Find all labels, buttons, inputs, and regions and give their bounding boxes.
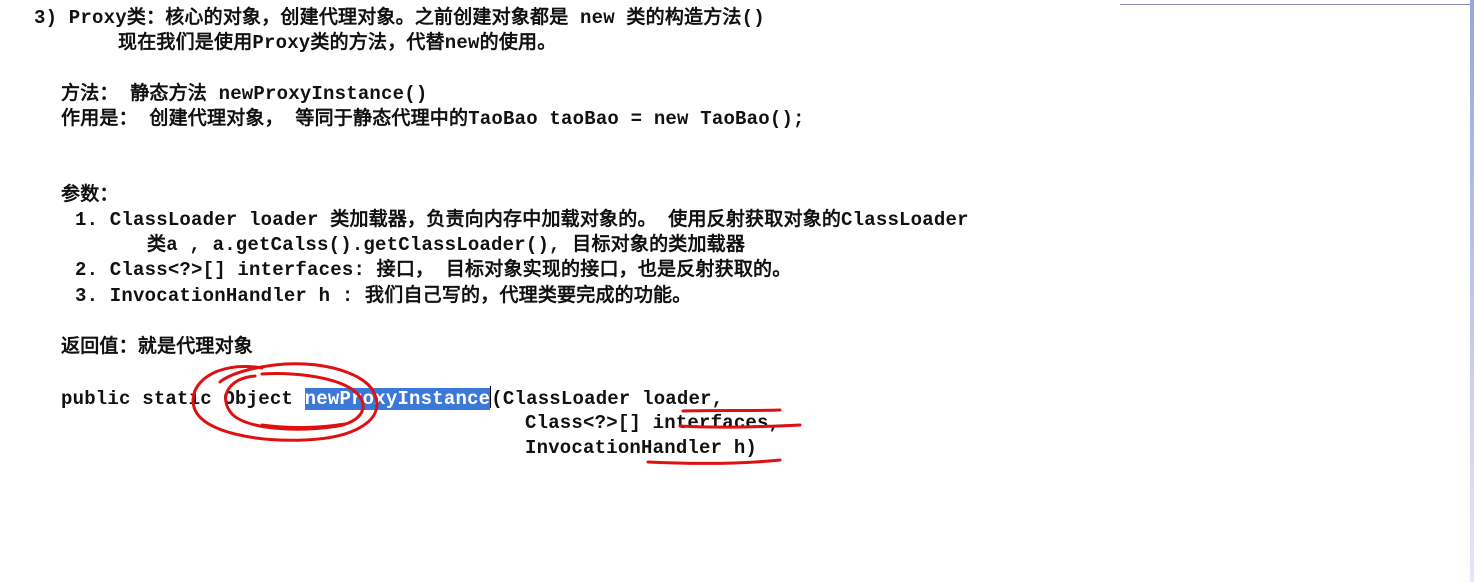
method-line: 方法： 静态方法 newProxyInstance() (61, 83, 428, 105)
top-rule (1120, 4, 1474, 5)
signature-prefix: public static Object (61, 388, 305, 410)
signature-line-1: public static Object newProxyInstance(Cl… (61, 386, 723, 411)
proxy-usage-note: 现在我们是使用Proxy类的方法，代替new的使用。 (118, 32, 557, 54)
params-heading: 参数： (61, 184, 119, 206)
return-value-line: 返回值：就是代理对象 (61, 336, 254, 358)
underline-object (260, 422, 347, 430)
proxy-class-heading: 3) Proxy类：核心的对象，创建代理对象。之前创建对象都是 new 类的构造… (34, 7, 765, 29)
param-interfaces: 2. Class<?>[] interfaces: 接口， 目标对象实现的接口，… (75, 259, 792, 281)
selected-method-name[interactable]: newProxyInstance (304, 388, 491, 410)
signature-line-3: InvocationHandler h) (525, 437, 758, 459)
param-classloader-detail: 类a , a.getCalss().getClassLoader(), 目标对象… (147, 234, 746, 256)
underline-handler (646, 458, 782, 465)
window-edge (1470, 0, 1474, 582)
document-page: 3) Proxy类：核心的对象，创建代理对象。之前创建对象都是 new 类的构造… (0, 0, 1474, 582)
param-classloader: 1. ClassLoader loader 类加载器，负责向内存中加载对象的。 … (75, 209, 969, 231)
signature-line-2: Class<?>[] interfaces, (525, 412, 781, 434)
purpose-line: 作用是： 创建代理对象， 等同于静态代理中的TaoBao taoBao = ne… (61, 108, 805, 130)
signature-suffix: (ClassLoader loader, (491, 388, 724, 410)
param-handler: 3. InvocationHandler h : 我们自己写的，代理类要完成的功… (75, 285, 692, 307)
